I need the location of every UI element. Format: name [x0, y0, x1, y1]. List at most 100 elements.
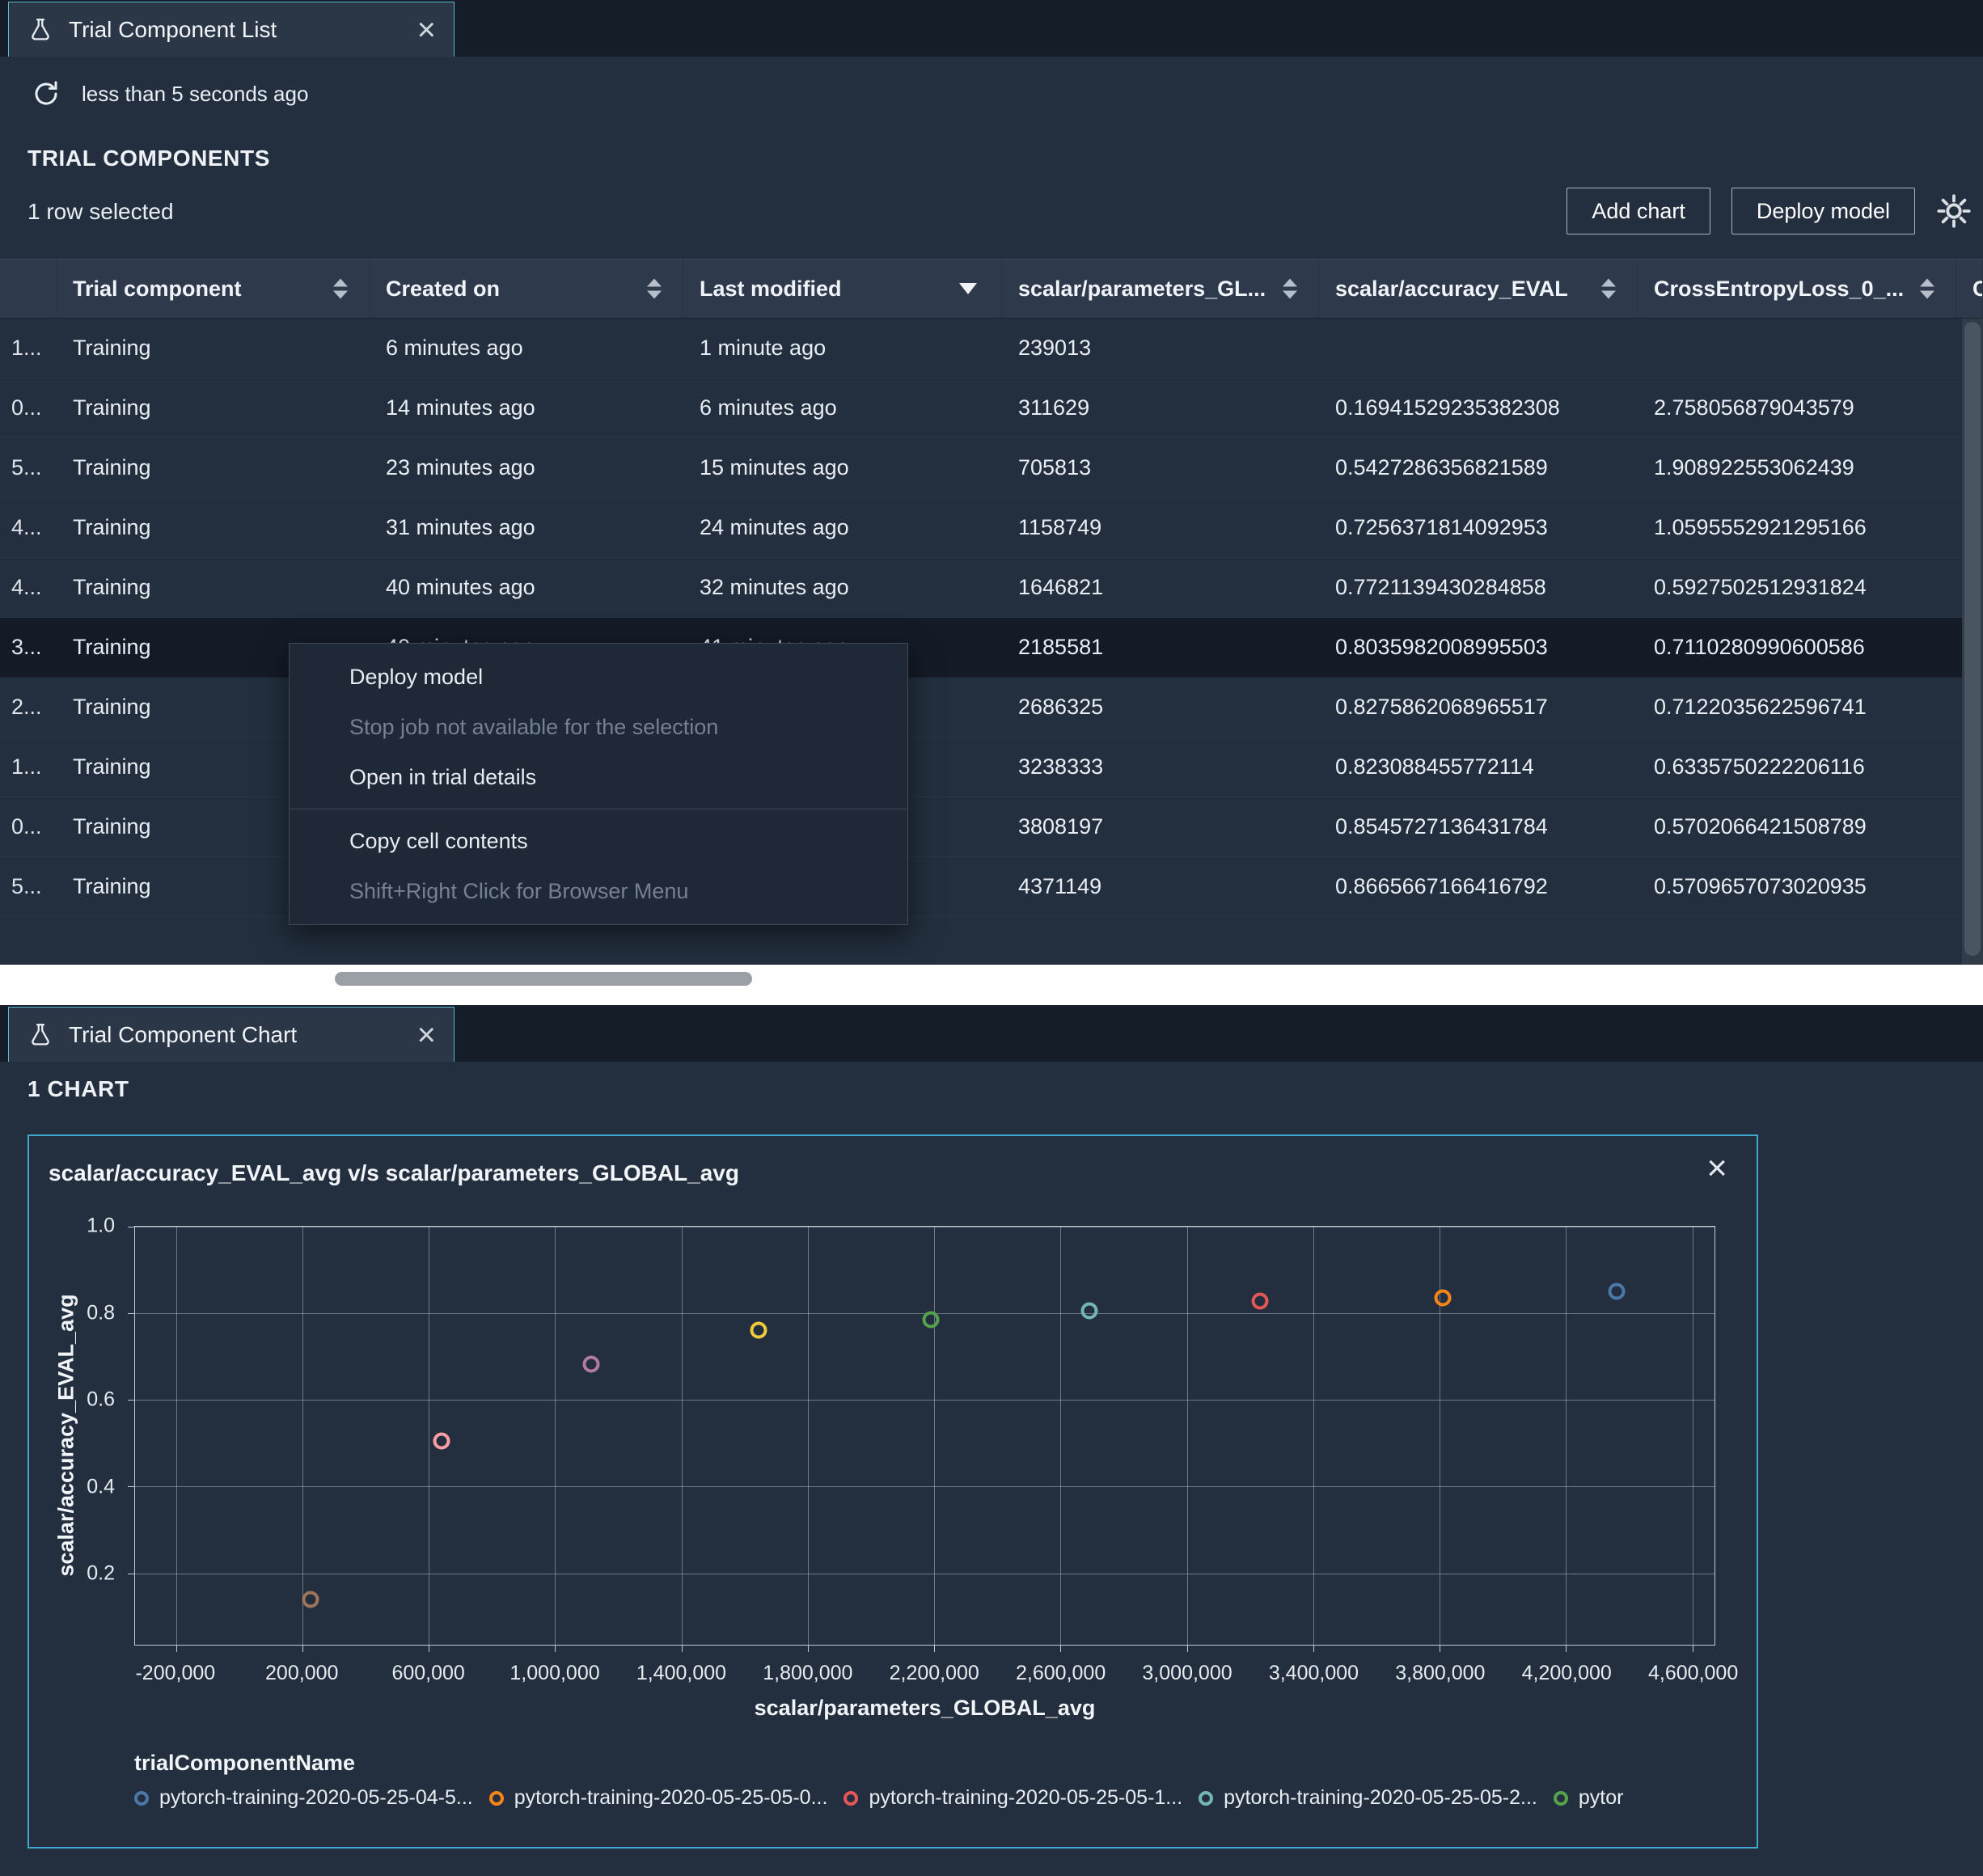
cell-last-modified: 6 minutes ago	[700, 395, 837, 420]
sort-up-arrow	[333, 278, 348, 287]
tab-trial-component-list[interactable]: Trial Component List ×	[8, 2, 455, 57]
chart-count-title: 1 CHART	[27, 1076, 129, 1101]
vertical-scrollbar-thumb[interactable]	[1964, 322, 1981, 956]
column-header-last-modified[interactable]: Last modified	[683, 260, 1002, 318]
y-tick-mark	[128, 1313, 135, 1315]
legend-item[interactable]: pytorch-training-2020-05-25-04-5...	[134, 1786, 473, 1810]
sort-icon	[1920, 278, 1934, 299]
cell-loss: 1.0595552921295166	[1654, 515, 1867, 539]
column-header-extra[interactable]: C	[1956, 260, 1983, 318]
deploy-model-button[interactable]: Deploy model	[1731, 188, 1915, 234]
cell-loss: 0.5927502512931824	[1654, 575, 1867, 599]
legend-swatch	[134, 1790, 149, 1806]
table-row[interactable]: 0... Training 14 minutes ago 6 minutes ago 3…	[0, 378, 1983, 438]
column-header-parameters[interactable]: scalar/parameters_GL...	[1002, 260, 1319, 318]
chart-title: scalar/accuracy_EVAL_avg v/s scalar/para…	[49, 1160, 739, 1185]
y-tick-mark	[128, 1400, 135, 1401]
x-tick-mark	[1186, 1645, 1188, 1652]
sort-icon	[647, 278, 662, 299]
sort-up-arrow	[1920, 278, 1934, 287]
cell-trial-component: Training	[73, 575, 151, 599]
add-chart-button[interactable]: Add chart	[1567, 188, 1710, 234]
cell-parameters: 311629	[1018, 395, 1090, 420]
x-tick-label: 2,600,000	[1016, 1662, 1106, 1684]
column-header-accuracy[interactable]: scalar/accuracy_EVAL	[1319, 260, 1638, 318]
cell-parameters: 239013	[1018, 336, 1092, 360]
table-row[interactable]: 1... Training 6 minutes ago 1 minute ago 239…	[0, 319, 1983, 378]
cell-trial-component: Training	[73, 455, 151, 480]
x-tick-mark	[934, 1645, 936, 1652]
column-header-name[interactable]	[0, 260, 57, 318]
column-header-created-on[interactable]: Created on	[370, 260, 683, 318]
sort-down-arrow	[333, 290, 348, 299]
data-point	[1080, 1302, 1098, 1320]
data-point	[750, 1321, 767, 1338]
horizontal-scrollbar-thumb[interactable]	[335, 972, 752, 986]
legend-item[interactable]: pytor	[1553, 1786, 1624, 1810]
cell-name: 2...	[11, 695, 42, 719]
tab-close-icon[interactable]: ×	[417, 14, 436, 46]
cell-created-on: 40 minutes ago	[386, 575, 535, 599]
settings-gear-icon[interactable]	[1936, 193, 1972, 229]
vertical-scrollbar[interactable]	[1962, 319, 1983, 965]
refresh-status: less than 5 seconds ago	[32, 79, 308, 108]
experiment-flask-icon	[27, 16, 54, 44]
cell-accuracy: 0.16941529235382308	[1335, 395, 1560, 420]
chart-close-icon[interactable]: ×	[1706, 1151, 1727, 1186]
x-gridline	[681, 1227, 683, 1645]
section-title: TRIAL COMPONENTS	[27, 146, 270, 171]
table-row[interactable]: 5... Training 23 minutes ago 15 minutes ago…	[0, 438, 1983, 498]
x-tick-label: 3,000,000	[1142, 1662, 1233, 1684]
menu-item-copy-cell-contents[interactable]: Copy cell contents	[290, 816, 907, 866]
cell-accuracy: 0.7721139430284858	[1335, 575, 1546, 599]
cell-last-modified: 24 minutes ago	[700, 515, 849, 539]
data-point	[433, 1432, 450, 1450]
x-tick-label: 1,800,000	[763, 1662, 853, 1684]
x-gridline	[555, 1227, 556, 1645]
cell-loss	[1638, 319, 1956, 378]
cell-parameters: 3808197	[1018, 814, 1104, 839]
cell-created-on: 14 minutes ago	[386, 395, 535, 420]
cell-parameters: 705813	[1018, 455, 1092, 480]
cell-accuracy: 0.8035982008995503	[1335, 635, 1548, 659]
x-gridline	[1186, 1227, 1188, 1645]
tab-trial-component-chart[interactable]: Trial Component Chart ×	[8, 1007, 455, 1062]
y-tick-label: 0.8	[87, 1301, 115, 1325]
tab-bar: Trial Component List ×	[0, 0, 1983, 57]
cell-loss: 0.7110280990600586	[1654, 635, 1865, 659]
selection-status: 1 row selected	[27, 199, 174, 224]
legend-swatch	[1199, 1790, 1214, 1806]
cell-name: 1...	[11, 336, 42, 360]
column-header-trial-component[interactable]: Trial component	[57, 260, 370, 318]
horizontal-scrollbar-track[interactable]	[0, 965, 1983, 1005]
sort-icon	[333, 278, 348, 299]
context-menu: Deploy model Stop job not available for t…	[289, 643, 908, 925]
y-tick-label: 1.0	[87, 1214, 115, 1237]
menu-item-deploy-model[interactable]: Deploy model	[290, 652, 907, 702]
table-row[interactable]: 4... Training 40 minutes ago 32 minutes ago…	[0, 558, 1983, 618]
table-row[interactable]: 4... Training 31 minutes ago 24 minutes ago…	[0, 498, 1983, 558]
legend-item[interactable]: pytorch-training-2020-05-25-05-0...	[488, 1786, 827, 1810]
y-tick-labels: 0.2 0.4 0.6 0.8 1.0	[29, 1215, 121, 1646]
cell-created-on: 31 minutes ago	[386, 515, 535, 539]
legend-item[interactable]: pytorch-training-2020-05-25-05-2...	[1199, 1786, 1537, 1810]
cell-parameters: 2686325	[1018, 695, 1104, 719]
sort-desc-icon	[959, 283, 977, 294]
refresh-icon[interactable]	[32, 79, 61, 108]
cell-trial-component: Training	[73, 395, 151, 420]
y-tick-label: 0.2	[87, 1561, 115, 1585]
x-gridline	[302, 1227, 304, 1645]
legend-label: pytor	[1578, 1786, 1624, 1809]
column-header-label: scalar/parameters_GL...	[1018, 276, 1266, 301]
cell-parameters: 3238333	[1018, 754, 1104, 779]
tab-close-icon[interactable]: ×	[417, 1019, 436, 1051]
cell-name: 1...	[11, 754, 42, 779]
cell-name: 4...	[11, 575, 42, 599]
x-tick-mark	[555, 1645, 556, 1652]
x-tick-mark	[302, 1645, 304, 1652]
legend: pytorch-training-2020-05-25-04-5... pytor…	[134, 1786, 1740, 1810]
column-header-loss[interactable]: CrossEntropyLoss_0_...	[1638, 260, 1956, 318]
legend-item[interactable]: pytorch-training-2020-05-25-05-1...	[844, 1786, 1182, 1810]
menu-item-open-in-trial-details[interactable]: Open in trial details	[290, 752, 907, 802]
x-gridline	[1060, 1227, 1062, 1645]
